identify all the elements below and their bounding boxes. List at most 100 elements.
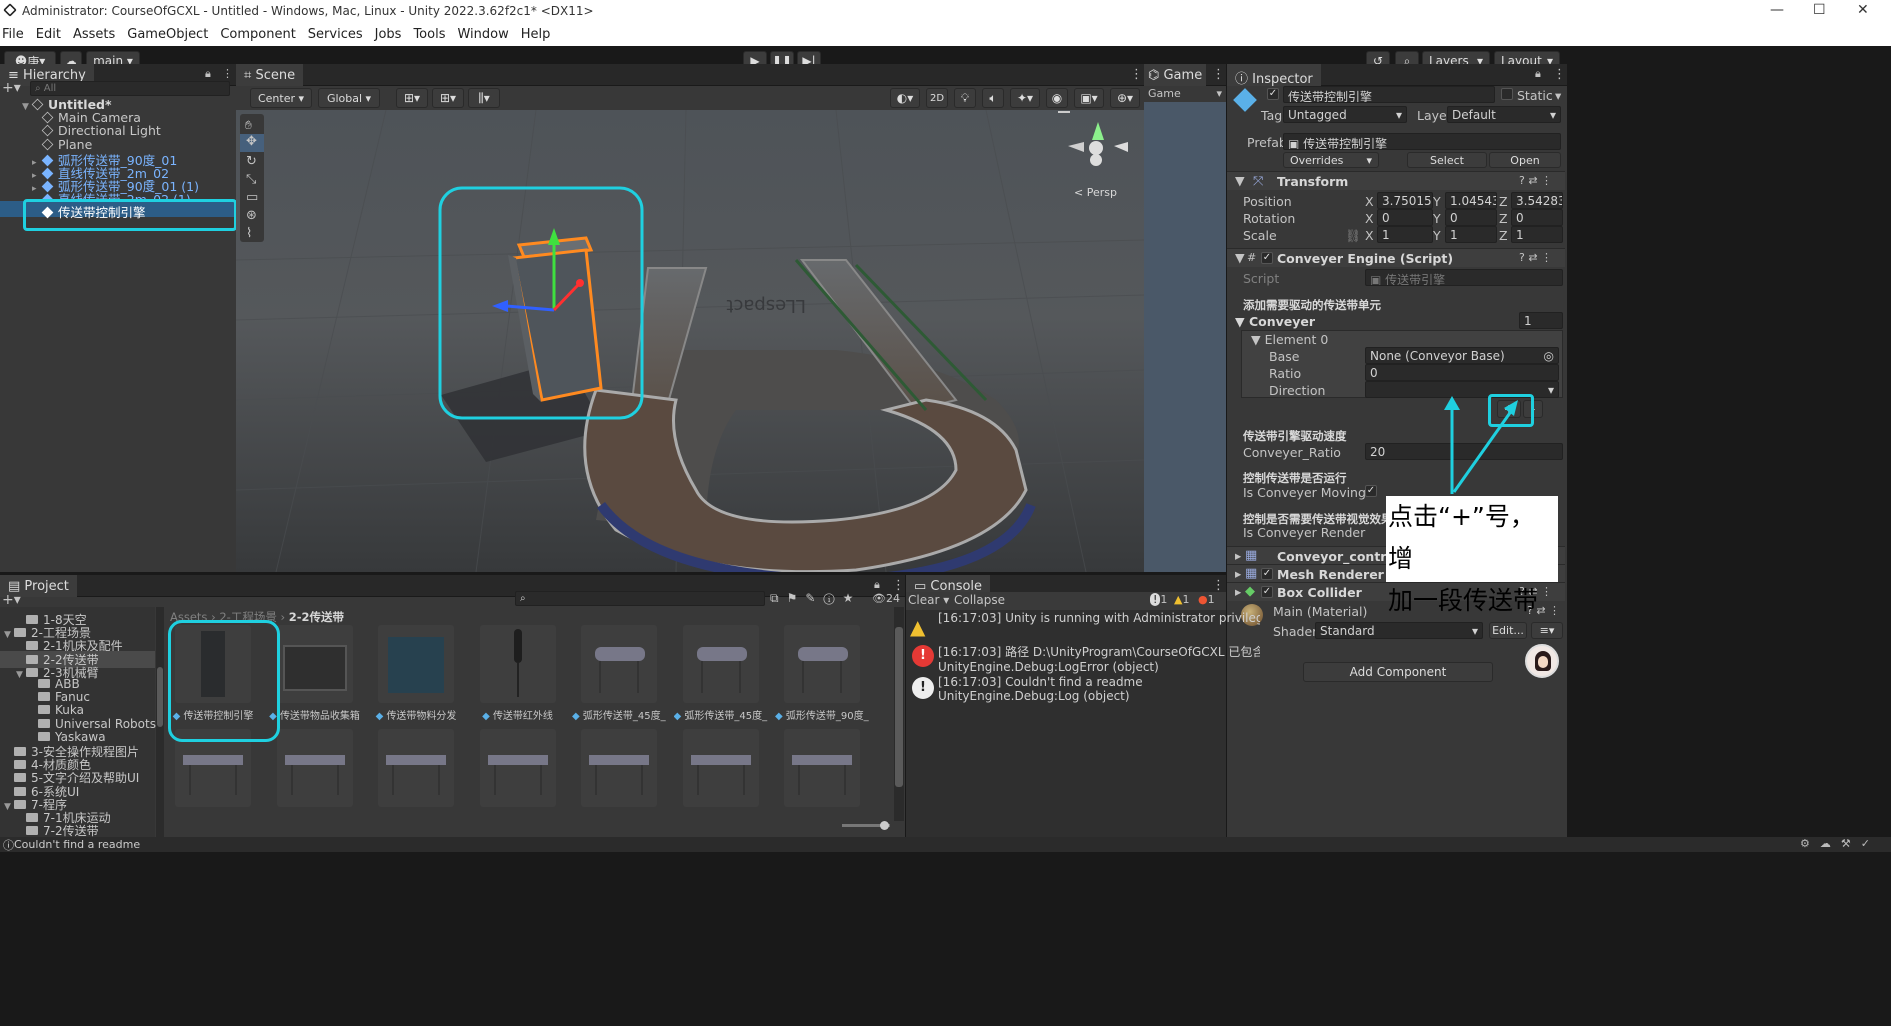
lock-icon[interactable]: 🔒︎	[874, 578, 880, 592]
menu-gameobject[interactable]: GameObject	[127, 23, 208, 42]
console-log-info[interactable]: [16:17:03] Couldn't find a readme UnityEn…	[938, 675, 1260, 703]
status-icons[interactable]: ⚙☁⚒✓	[1800, 837, 1880, 850]
move-tool-icon[interactable]: ✥	[240, 134, 264, 152]
grid-icon[interactable]: ⊞▾	[432, 88, 464, 108]
effects-icon[interactable]: ✦▾	[1010, 88, 1040, 108]
asset-item[interactable]: ◆ 弧形传送带_45度_...	[674, 625, 768, 722]
scale-y[interactable]: 1	[1445, 226, 1497, 243]
menu-help[interactable]: Help	[521, 23, 551, 42]
component-enabled-checkbox[interactable]: ✓	[1261, 252, 1273, 264]
layer-dropdown[interactable]: Default ▾	[1447, 106, 1561, 123]
menu-jobs[interactable]: Jobs	[375, 23, 402, 42]
space-dropdown[interactable]: Global ▾	[318, 88, 380, 108]
camera-icon[interactable]: ▣▾	[1074, 88, 1104, 108]
add-icon[interactable]: +▾	[2, 592, 21, 608]
asset-item[interactable]: ◆ 弧形传送带_90度_...	[775, 625, 869, 722]
grid-snap-icon[interactable]: ⊞▾	[396, 88, 428, 108]
asset-item[interactable]	[268, 729, 362, 811]
object-name-field[interactable]: 传送带控制引擎	[1283, 86, 1495, 103]
minimize-icon[interactable]: —	[1770, 2, 1784, 18]
asset-item[interactable]	[674, 729, 768, 811]
warning-count[interactable]: ▲1	[1174, 593, 1189, 606]
link-icon[interactable]: ⛓	[1345, 228, 1361, 244]
game-display-dropdown[interactable]: Game ▾	[1144, 86, 1226, 102]
position-y[interactable]: 1.045433	[1445, 192, 1497, 209]
position-z[interactable]: 3.542831	[1511, 192, 1563, 209]
conveyer-list-label[interactable]: ▼ Conveyer	[1235, 314, 1315, 329]
log-count[interactable]: ! 1	[1150, 593, 1167, 606]
more-icon[interactable]: ⋮	[892, 578, 905, 593]
filter-icons[interactable]: ⧉⚑✎ⓘ★	[770, 591, 861, 606]
scale-x[interactable]: 1	[1377, 226, 1433, 243]
shader-list-icon[interactable]: ≡▾	[1531, 622, 1563, 639]
grid-scrollbar[interactable]	[894, 607, 904, 821]
rotation-z[interactable]: 0	[1511, 209, 1563, 226]
scale-tool-icon[interactable]: ⤡	[246, 172, 256, 187]
menu-services[interactable]: Services	[308, 23, 363, 42]
conveyer-count[interactable]: 1	[1519, 312, 1563, 329]
audio-icon[interactable]: 🔈︎	[982, 88, 1004, 108]
select-button[interactable]: Select	[1407, 152, 1487, 168]
menu-component[interactable]: Component	[220, 23, 295, 42]
static-dropdown[interactable]: ▾	[1555, 88, 1561, 103]
add-icon[interactable]: +▾	[2, 80, 21, 96]
tab-game[interactable]: ⌬ Game	[1144, 64, 1207, 86]
component-menu-icon[interactable]: ? ⇄ ⋮	[1519, 174, 1552, 187]
edit-shader-button[interactable]: Edit...	[1489, 622, 1527, 639]
clear-button[interactable]: Clear ▾	[908, 593, 949, 607]
rotate-tool-icon[interactable]: ↻	[246, 154, 257, 169]
asset-item[interactable]: ◆ 传送带红外线	[471, 625, 565, 722]
rect-tool-icon[interactable]: ▭	[246, 190, 258, 205]
static-checkbox[interactable]	[1501, 88, 1513, 100]
conveyer-engine-header[interactable]: ▼ # ✓ Conveyer Engine (Script) ? ⇄ ⋮	[1227, 248, 1565, 267]
status-text[interactable]: Couldn't find a readme	[14, 838, 140, 851]
more-icon[interactable]: ⋮	[222, 67, 233, 80]
lock-icon[interactable]: 🔒︎	[1535, 67, 1541, 81]
element-0-label[interactable]: ▼ Element 0	[1251, 332, 1328, 347]
2d-toggle[interactable]: 2D	[926, 88, 948, 108]
persp-label[interactable]: < Persp	[1074, 186, 1117, 199]
collapse-button[interactable]: Collapse	[954, 593, 1005, 607]
tab-scene[interactable]: ⌗ Scene	[236, 64, 304, 86]
hand-tool-icon[interactable]: ✋︎	[245, 118, 252, 133]
position-x[interactable]: 3.75015	[1377, 192, 1433, 209]
asset-item[interactable]: ◆ 弧形传送带_45度_...	[572, 625, 666, 722]
pivot-dropdown[interactable]: Center ▾	[250, 88, 312, 108]
asset-item[interactable]: ◆ 传送带物品收集箱	[268, 625, 362, 722]
custom-tool-icon[interactable]: ⌇	[246, 226, 252, 241]
console-log-warning[interactable]: [16:17:03] Unity is running with Adminis…	[938, 611, 1260, 625]
visibility-icon[interactable]: ◉	[1046, 88, 1068, 108]
more-icon[interactable]: ⋮	[1130, 67, 1143, 82]
open-button[interactable]: Open	[1489, 152, 1561, 168]
menu-file[interactable]: File	[2, 23, 24, 42]
project-search-input[interactable]: ⌕	[515, 591, 765, 606]
more-icon[interactable]: ⋮	[1212, 67, 1225, 82]
asset-item[interactable]	[775, 729, 869, 811]
folder-item[interactable]: ABB	[28, 677, 80, 691]
console-log-error[interactable]: [16:17:03] 路径 D:\UnityProgram\CourseOfGC…	[938, 643, 1260, 674]
add-component-button[interactable]: Add Component	[1303, 662, 1493, 682]
close-icon[interactable]: ✕	[1857, 2, 1869, 18]
folder-item[interactable]: Universal Robots	[28, 717, 156, 731]
scale-z[interactable]: 1	[1511, 226, 1563, 243]
folder-item[interactable]: Kuka	[28, 703, 84, 717]
menu-edit[interactable]: Edit	[36, 23, 61, 42]
component-menu-icon[interactable]: ? ⇄ ⋮	[1519, 251, 1552, 264]
tree-scrollbar[interactable]	[156, 607, 164, 837]
is-moving-checkbox[interactable]: ✓	[1365, 485, 1377, 497]
snap-increment-icon[interactable]: ⫼▾	[468, 88, 500, 108]
folder-item[interactable]: Fanuc	[28, 690, 90, 704]
tab-inspector[interactable]: ⓘ Inspector	[1227, 64, 1321, 87]
asset-item[interactable]	[471, 729, 565, 811]
asset-item[interactable]	[572, 729, 666, 811]
folder-item[interactable]: Yaskawa	[28, 730, 106, 744]
asset-item[interactable]	[369, 729, 463, 811]
rotation-x[interactable]: 0	[1377, 209, 1433, 226]
avatar[interactable]	[1525, 644, 1559, 678]
rotation-y[interactable]: 0	[1445, 209, 1497, 226]
hierarchy-search-input[interactable]: ⌕ All	[30, 81, 230, 96]
menu-window[interactable]: Window	[457, 23, 508, 42]
scene-viewport[interactable]: LLespact < Persp	[236, 110, 1144, 572]
shader-dropdown[interactable]: Standard ▾	[1315, 622, 1483, 639]
menu-assets[interactable]: Assets	[73, 23, 115, 42]
